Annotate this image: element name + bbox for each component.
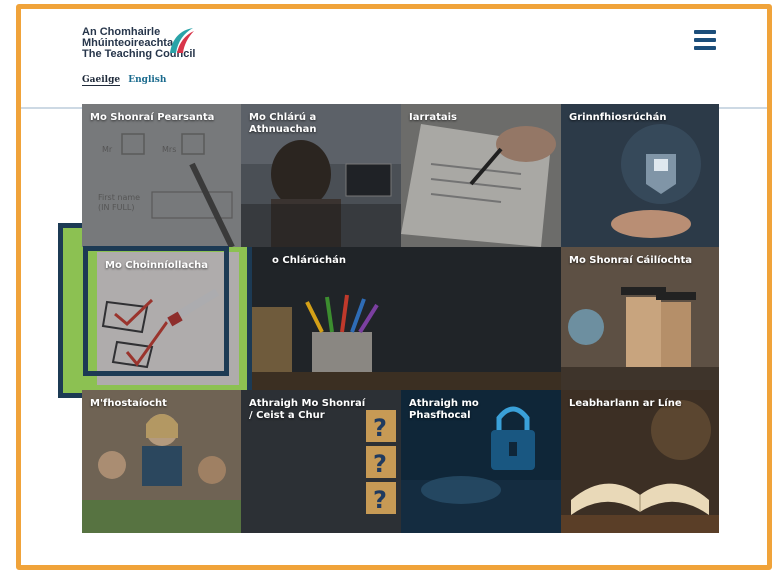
tile-label: Mo Choinníollacha (105, 260, 208, 271)
tile-change-details-ask-question[interactable]: ? ? ? Athraigh Mo Shonraí / Ceist a Chur (241, 390, 401, 533)
tile-label: Leabharlann ar Líne (569, 398, 682, 409)
tile-vetting[interactable]: Grinnfhiosrúchán (561, 104, 719, 247)
tile-personal-details[interactable]: Mr Mrs First name (IN FULL) Mo Shonraí P… (82, 104, 241, 247)
graduates-globe-image (561, 247, 719, 390)
tile-label: Mo Shonraí Cáilíochta (569, 255, 693, 266)
signing-document-image (401, 104, 561, 247)
personal-details-form-image: Mr Mrs First name (IN FULL) (82, 104, 241, 247)
svg-text:First name: First name (98, 193, 140, 202)
svg-text:Mrs: Mrs (162, 145, 176, 154)
tile-online-library[interactable]: Leabharlann ar Líne (561, 390, 719, 533)
svg-text:?: ? (373, 486, 387, 514)
tile-qualifications[interactable]: Mo Shonraí Cáilíochta (561, 247, 719, 390)
tile-label: M'fhostaíocht (90, 398, 167, 409)
tile-label: o Chlárúchán (272, 255, 346, 266)
security-lock-hand-image (561, 104, 719, 247)
tile-applications[interactable]: Iarratais (401, 104, 561, 247)
svg-text:(IN FULL): (IN FULL) (98, 203, 135, 212)
svg-text:?: ? (373, 450, 387, 478)
tile-label: Grinnfhiosrúchán (569, 112, 667, 123)
tile-my-employment[interactable]: M'fhostaíocht (82, 390, 241, 533)
teacher-children-image (82, 390, 241, 533)
tile-my-registration[interactable]: o Chlárúchán (252, 247, 561, 390)
tile-renew-registration[interactable]: Mo Chlárú a Athnuachan (241, 104, 401, 247)
svg-text:Mr: Mr (102, 145, 113, 154)
tile-label: Mo Shonraí Pearsanta (90, 112, 215, 123)
tile-label: Mo Chlárú a Athnuachan (249, 112, 317, 135)
open-book-image (561, 390, 719, 533)
tile-change-password[interactable]: Athraigh mo Phasfhocal (401, 390, 561, 533)
svg-text:?: ? (373, 414, 387, 442)
tile-label: Athraigh Mo Shonraí / Ceist a Chur (249, 398, 366, 421)
tile-label: Athraigh mo Phasfhocal (409, 398, 479, 421)
desk-pencils-image (252, 247, 561, 390)
tile-label: Iarratais (409, 112, 457, 123)
